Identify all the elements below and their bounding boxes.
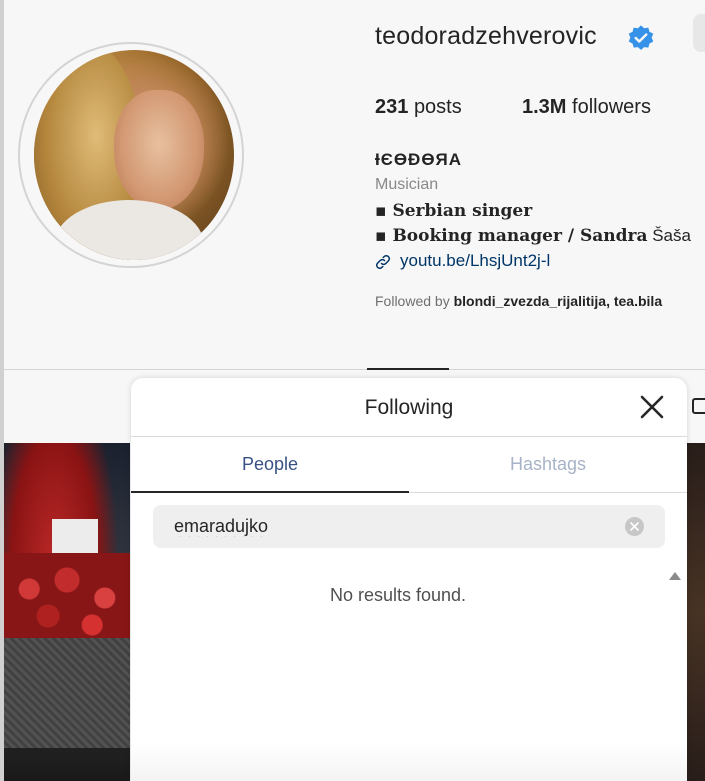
- following-dialog: Following People Hashtags No results fou…: [131, 378, 687, 781]
- scroll-up-icon[interactable]: [669, 572, 681, 580]
- dialog-bottom-fade: [131, 743, 687, 781]
- clear-icon: [630, 522, 639, 531]
- clear-search-button[interactable]: [625, 517, 644, 536]
- empty-state-message: No results found.: [329, 585, 467, 605]
- tab-people[interactable]: People: [131, 437, 409, 492]
- close-icon[interactable]: [637, 392, 667, 422]
- dialog-title: Following: [364, 396, 454, 419]
- search-box[interactable]: [153, 505, 665, 548]
- search-input[interactable]: [174, 505, 614, 548]
- active-tab-indicator: [131, 491, 409, 493]
- tab-hashtags[interactable]: Hashtags: [409, 437, 687, 492]
